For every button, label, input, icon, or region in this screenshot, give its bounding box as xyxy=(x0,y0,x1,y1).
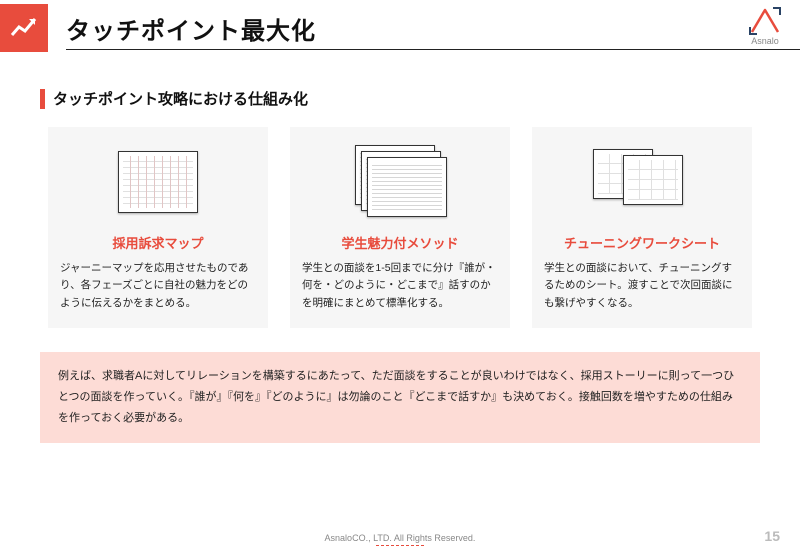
card-desc: ジャーニーマップを応用させたものであり、各フェーズごとに自社の魅力をどのように伝… xyxy=(60,260,256,312)
card-title: チューニングワークシート xyxy=(544,233,740,252)
footer-text: AsnaloCO., LTD. All Rights Reserved. xyxy=(325,533,476,543)
thumbnail-stack-icon xyxy=(345,141,455,221)
footer-copyright: AsnaloCO., LTD. All Rights Reserved. xyxy=(0,533,800,546)
brand-name: Asnalo xyxy=(751,36,779,46)
title-underline xyxy=(66,49,800,50)
card-title: 学生魅力付メソッド xyxy=(302,233,498,252)
subtitle-accent-bar xyxy=(40,89,45,109)
thumbnail-grid-icon xyxy=(587,141,697,221)
callout-box: 例えば、求職者Aに対してリレーションを構築するにあたって、ただ面談をすることが良… xyxy=(40,352,760,443)
slide-title: タッチポイント最大化 xyxy=(66,11,316,46)
card-student-method: 学生魅力付メソッド 学生との面談を1-5回までに分け『誰が・何を・どのように・ど… xyxy=(290,127,510,328)
card-desc: 学生との面談において、チューニングするためのシート。渡すことで次回面談にも繋げや… xyxy=(544,260,740,312)
subtitle-row: タッチポイント攻略における仕組み化 xyxy=(40,88,800,109)
footer-accent-line xyxy=(376,545,424,546)
growth-icon xyxy=(0,4,48,52)
card-recruit-map: 採用訴求マップ ジャーニーマップを応用させたものであり、各フェーズごとに自社の魅… xyxy=(48,127,268,328)
thumbnail-sheet-icon xyxy=(103,141,213,221)
subtitle-text: タッチポイント攻略における仕組み化 xyxy=(53,88,308,109)
card-tuning-worksheet: チューニングワークシート 学生との面談において、チューニングするためのシート。渡… xyxy=(532,127,752,328)
page-number: 15 xyxy=(764,528,780,544)
brand-logo: Asnalo xyxy=(748,6,782,46)
card-row: 採用訴求マップ ジャーニーマップを応用させたものであり、各フェーズごとに自社の魅… xyxy=(0,127,800,328)
slide-header: タッチポイント最大化 Asnalo xyxy=(0,0,800,56)
card-desc: 学生との面談を1-5回までに分け『誰が・何を・どのように・どこまで』話すのかを明… xyxy=(302,260,498,312)
card-title: 採用訴求マップ xyxy=(60,233,256,252)
